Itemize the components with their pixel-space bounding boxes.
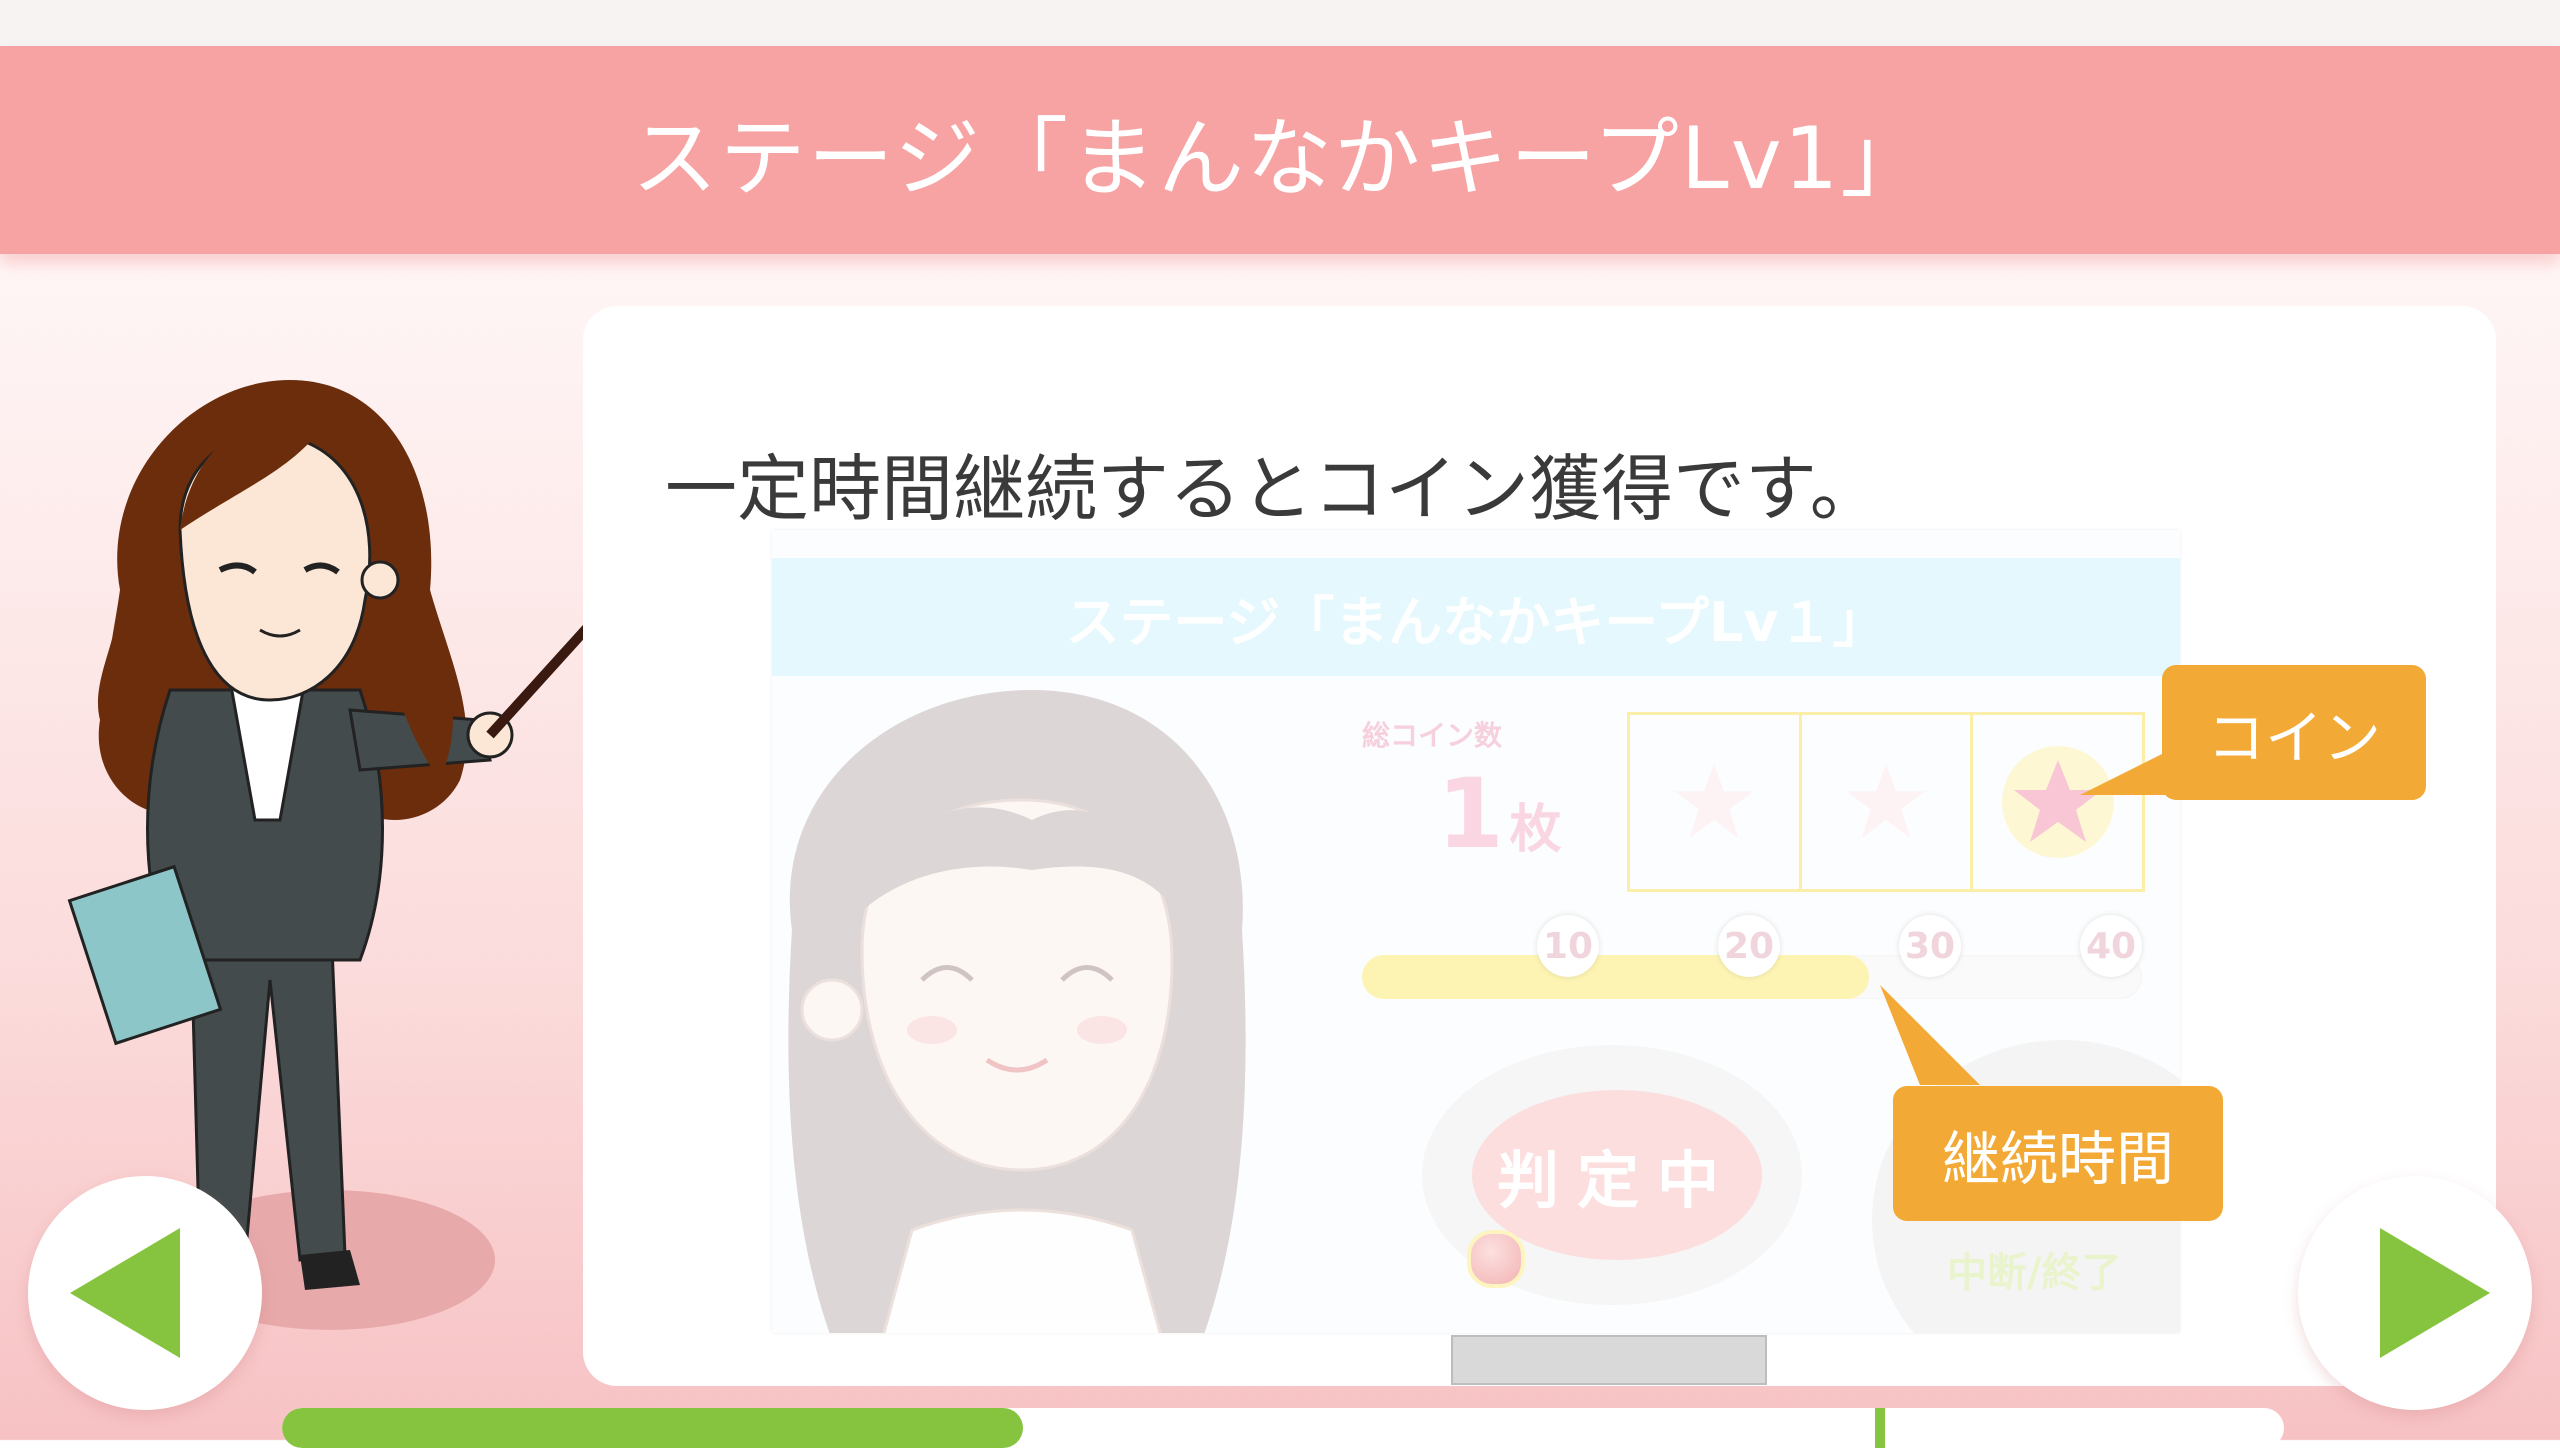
coin-slot (1630, 715, 1802, 889)
preview-girl-illustration (788, 690, 1246, 1333)
right-triangle-icon (2380, 1228, 2490, 1358)
time-tick: 20 (1718, 915, 1780, 977)
prev-button[interactable] (28, 1176, 262, 1410)
preview-coin-slots (1627, 712, 2145, 892)
lesson-progress-bar (282, 1408, 2284, 1448)
star-icon (1846, 764, 1926, 838)
star-icon (1674, 764, 1754, 838)
preview-coin-label: 総コイン数 (1362, 719, 1503, 752)
preview-coin-number: 1 (1437, 758, 1504, 870)
coin-slot (1802, 715, 1974, 889)
title-bar: ステージ「まんなかキープLv1」 (0, 46, 2560, 254)
lesson-progress-fill (282, 1408, 1023, 1448)
duration-callout: 継続時間 (1893, 1086, 2223, 1221)
preview-stop-label: 中断/終了 (1947, 1250, 2122, 1296)
preview-coin-unit: 枚 (1509, 800, 1562, 860)
coin-callout-pointer (2080, 750, 2170, 795)
preview-title: ステージ「まんなかキープLv１」 (772, 558, 2180, 676)
top-strip (0, 0, 2560, 46)
scroll-handle[interactable] (1451, 1335, 1767, 1385)
description-text: 一定時間継続するとコイン獲得です。 (665, 447, 1882, 531)
progress-marker (1875, 1408, 1885, 1448)
stage-title: ステージ「まんなかキープLv1」 (631, 108, 1929, 209)
left-triangle-icon (70, 1228, 180, 1358)
coin-callout: コイン (2162, 665, 2426, 800)
preview-ball-icon (1467, 1230, 1525, 1288)
preview-coin-count: 1 枚 (1437, 758, 1561, 870)
duration-callout-pointer (1880, 985, 1980, 1085)
time-tick: 30 (1899, 915, 1961, 977)
time-tick: 10 (1537, 915, 1599, 977)
preview-time-fill (1362, 955, 1869, 999)
time-tick: 40 (2080, 915, 2142, 977)
next-button[interactable] (2298, 1176, 2532, 1410)
